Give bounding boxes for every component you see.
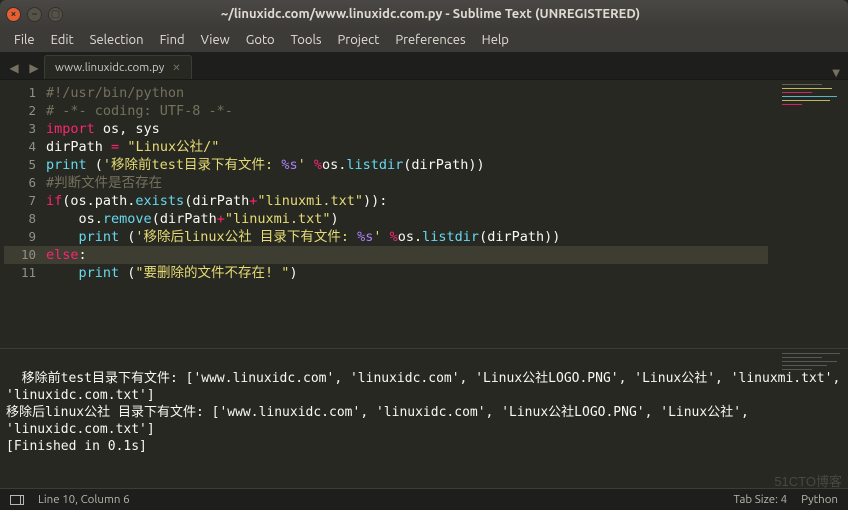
status-position[interactable]: Line 10, Column 6 (38, 493, 130, 506)
code-editor[interactable]: 1234567891011 #!/usr/bin/python# -*- cod… (0, 80, 848, 348)
code-line[interactable]: # -*- coding: UTF-8 -*- (46, 102, 768, 120)
line-number: 8 (4, 210, 36, 228)
line-number: 11 (4, 264, 36, 282)
code-line[interactable]: import os, sys (46, 120, 768, 138)
line-number: 1 (4, 84, 36, 102)
menu-view[interactable]: View (193, 31, 238, 49)
code-line[interactable]: print ("要删除的文件不存在! ") (46, 264, 768, 282)
line-number: 9 (4, 228, 36, 246)
line-number: 2 (4, 102, 36, 120)
code-line[interactable]: if(os.path.exists(dirPath+"linuxmi.txt")… (46, 192, 768, 210)
line-number: 7 (4, 192, 36, 210)
menu-tools[interactable]: Tools (283, 31, 330, 49)
status-bar: Line 10, Column 6 Tab Size: 4 Python (0, 488, 848, 510)
watermark: 51CTO博客 (774, 471, 842, 490)
line-number: 4 (4, 138, 36, 156)
close-icon[interactable]: × (6, 7, 21, 22)
window-controls: × – ▢ (6, 7, 63, 22)
build-output-text: 移除前test目录下有文件: ['www.linuxidc.com', 'lin… (6, 371, 848, 454)
nav-back-icon[interactable]: ◀ (4, 57, 24, 79)
line-number: 5 (4, 156, 36, 174)
menu-help[interactable]: Help (474, 31, 517, 49)
menu-preferences[interactable]: Preferences (387, 31, 473, 49)
tab-bar: ◀ ▶ www.linuxidc.com.py ✕ ▼ (0, 52, 848, 80)
tab-label: www.linuxidc.com.py (55, 61, 164, 74)
code-line[interactable]: dirPath = "Linux公社/" (46, 138, 768, 156)
menu-bar: File Edit Selection Find View Goto Tools… (0, 28, 848, 52)
status-syntax[interactable]: Python (801, 493, 838, 506)
code-area[interactable]: #!/usr/bin/python# -*- coding: UTF-8 -*-… (46, 80, 768, 348)
code-line[interactable]: print ('移除前test目录下有文件: %s' %os.listdir(d… (46, 156, 768, 174)
line-gutter: 1234567891011 (0, 80, 46, 348)
tab-close-icon[interactable]: ✕ (172, 62, 180, 74)
code-line[interactable]: #判断文件是否存在 (46, 174, 768, 192)
line-number: 3 (4, 120, 36, 138)
menu-project[interactable]: Project (330, 31, 388, 49)
nav-forward-icon[interactable]: ▶ (24, 57, 44, 79)
code-line[interactable]: else: (46, 246, 768, 264)
tab-overflow-icon[interactable]: ▼ (832, 67, 840, 79)
code-line[interactable]: #!/usr/bin/python (46, 84, 768, 102)
panel-switch-icon[interactable] (10, 495, 24, 505)
status-tabsize[interactable]: Tab Size: 4 (734, 493, 788, 506)
menu-selection[interactable]: Selection (82, 31, 152, 49)
code-line[interactable]: print ('移除后linux公社 目录下有文件: %s' %os.listd… (46, 228, 768, 246)
window-title: ~/linuxidc.com/www.linuxidc.com.py - Sub… (73, 7, 848, 21)
minimize-icon[interactable]: – (27, 7, 42, 22)
line-number: 10 (4, 246, 46, 264)
menu-find[interactable]: Find (152, 31, 193, 49)
window-titlebar: × – ▢ ~/linuxidc.com/www.linuxidc.com.py… (0, 0, 848, 28)
tab-active[interactable]: www.linuxidc.com.py ✕ (44, 55, 192, 79)
line-number: 6 (4, 174, 36, 192)
maximize-icon[interactable]: ▢ (48, 7, 63, 22)
menu-file[interactable]: File (6, 31, 43, 49)
minimap[interactable] (768, 80, 848, 348)
build-output-panel[interactable]: 移除前test目录下有文件: ['www.linuxidc.com', 'lin… (0, 348, 848, 458)
menu-goto[interactable]: Goto (238, 31, 283, 49)
code-line[interactable]: os.remove(dirPath+"linuxmi.txt") (46, 210, 768, 228)
menu-edit[interactable]: Edit (43, 31, 82, 49)
output-minimap (782, 353, 842, 393)
